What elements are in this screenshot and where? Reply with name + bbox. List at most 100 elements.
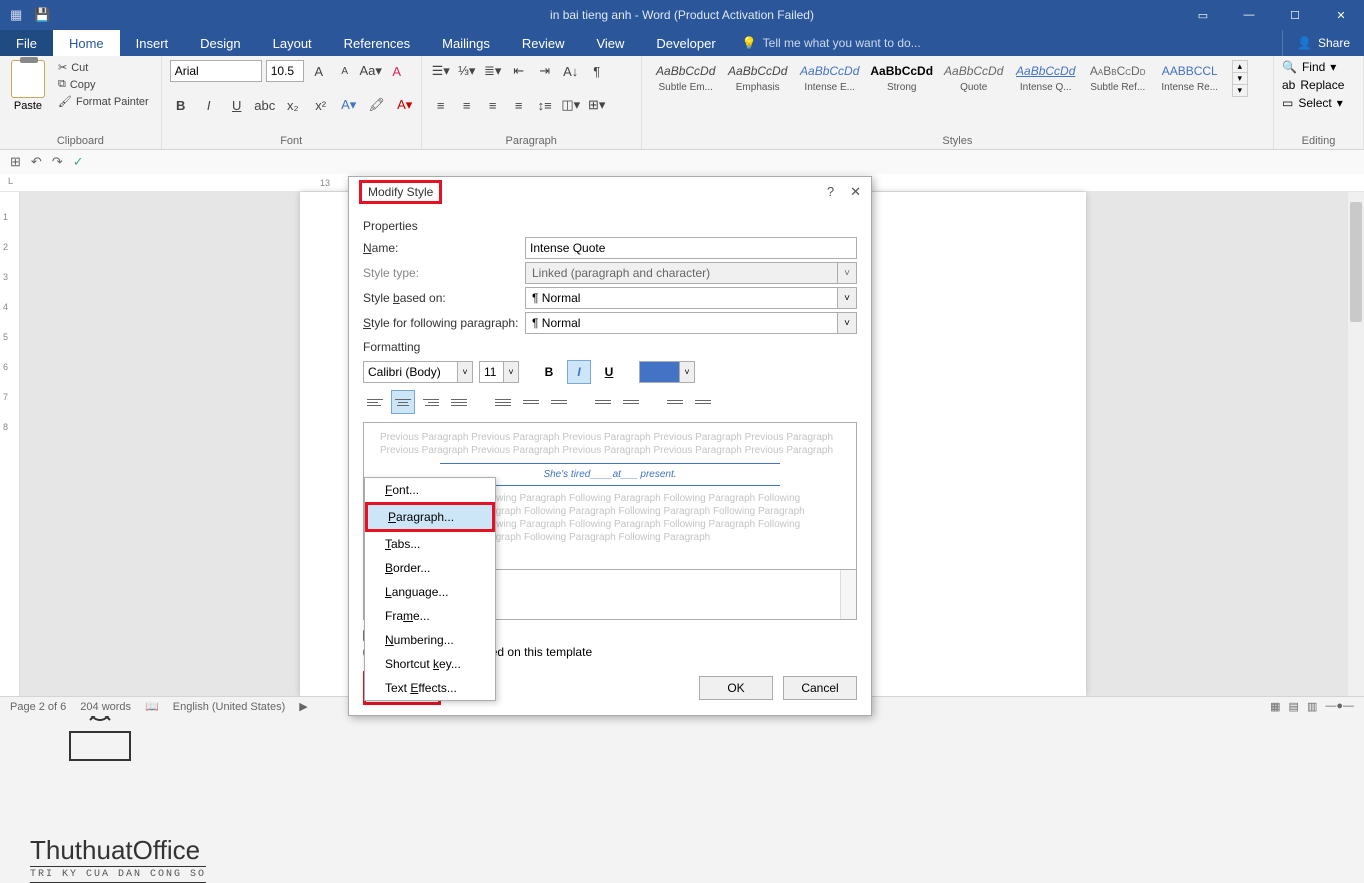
basedon-select[interactable]: ¶ Normal (525, 287, 857, 309)
desc-scrollbar[interactable] (840, 570, 856, 619)
space-before-inc-dlg[interactable] (591, 390, 615, 414)
decrease-indent-button[interactable]: ⇤ (508, 60, 530, 82)
undo-button[interactable]: ↶ (31, 154, 42, 170)
line-spacing-button[interactable]: ↕≡ (534, 94, 556, 116)
maximize-icon[interactable]: ☐ (1272, 0, 1318, 30)
menu-shortcut[interactable]: Shortcut key... (365, 652, 495, 676)
view-readmode-button[interactable]: ▦ (1270, 700, 1280, 713)
tab-layout[interactable]: Layout (257, 30, 328, 56)
format-size-combo[interactable]: 11 (479, 361, 519, 383)
align-right-button[interactable]: ≡ (482, 94, 504, 116)
superscript-button[interactable]: x² (310, 94, 332, 116)
styles-more-button[interactable]: ▾ (1233, 84, 1247, 96)
status-proofing-icon[interactable]: 📖 (145, 700, 159, 713)
minimize-icon[interactable]: — (1226, 0, 1272, 30)
indent-inc-dlg[interactable] (691, 390, 715, 414)
replace-button[interactable]: abReplace (1282, 78, 1344, 92)
tab-home[interactable]: Home (53, 30, 120, 56)
bullets-button[interactable]: ☰▾ (430, 60, 452, 82)
format-italic-button[interactable]: I (567, 360, 591, 384)
status-page[interactable]: Page 2 of 6 (10, 701, 66, 713)
show-marks-button[interactable]: ¶ (586, 60, 608, 82)
bold-button[interactable]: B (170, 94, 192, 116)
indent-dec-dlg[interactable] (663, 390, 687, 414)
status-words[interactable]: 204 words (80, 701, 131, 713)
menu-border[interactable]: Border... (365, 556, 495, 580)
zoom-slider[interactable]: ―●― (1325, 700, 1354, 713)
paste-button[interactable]: Paste (8, 60, 48, 112)
underline-button[interactable]: U (226, 94, 248, 116)
style-item[interactable]: AaBbCcDdSubtle Ref... (1082, 60, 1154, 97)
view-web-button[interactable]: ▥ (1307, 700, 1317, 713)
style-item[interactable]: AaBbCcDdQuote (938, 60, 1010, 97)
ruler-vertical[interactable]: 12345678 (0, 192, 20, 696)
style-item[interactable]: AaBbCcDdSubtle Em... (650, 60, 722, 97)
align-center-dlg[interactable] (391, 390, 415, 414)
styles-down-button[interactable]: ▾ (1233, 72, 1247, 84)
redo-button[interactable]: ↷ (52, 154, 63, 170)
multilevel-button[interactable]: ≣▾ (482, 60, 504, 82)
following-select[interactable]: ¶ Normal (525, 312, 857, 334)
spacing-double-dlg[interactable] (547, 390, 571, 414)
menu-tabs[interactable]: Tabs... (365, 532, 495, 556)
style-item[interactable]: AaBbCcDdIntense Q... (1010, 60, 1082, 97)
align-left-button[interactable]: ≡ (430, 94, 452, 116)
style-item[interactable]: AaBbCcDdStrong (866, 60, 938, 97)
nav-pane-icon[interactable]: ⊞ (10, 154, 21, 170)
close-icon[interactable]: ✕ (1318, 0, 1364, 30)
font-color-button[interactable]: A▾ (394, 94, 416, 116)
menu-font[interactable]: Font... (365, 478, 495, 502)
shading-button[interactable]: ◫▾ (560, 94, 582, 116)
tellme-search[interactable]: 💡Tell me what you want to do... (742, 30, 921, 56)
format-painter-button[interactable]: 🖌Format Painter (54, 94, 153, 109)
ok-button[interactable]: OK (699, 676, 773, 700)
menu-texteffects[interactable]: Text Effects... (365, 676, 495, 700)
status-macro-icon[interactable]: ▶ (299, 700, 307, 713)
format-bold-button[interactable]: B (537, 360, 561, 384)
copy-button[interactable]: ⧉Copy (54, 77, 153, 92)
borders-button[interactable]: ⊞▾ (586, 94, 608, 116)
tab-file[interactable]: File (0, 30, 53, 56)
font-size-combo[interactable]: 10.5 (266, 60, 304, 82)
spacing-15-dlg[interactable] (519, 390, 543, 414)
change-case-button[interactable]: Aa▾ (360, 60, 382, 82)
shrink-font-button[interactable]: A (334, 60, 356, 82)
style-item[interactable]: AaBbCcDdEmphasis (722, 60, 794, 97)
styles-up-button[interactable]: ▴ (1233, 61, 1247, 72)
style-item[interactable]: AABBCCLIntense Re... (1154, 60, 1226, 97)
align-center-button[interactable]: ≡ (456, 94, 478, 116)
find-button[interactable]: 🔍Find ▾ (1282, 60, 1344, 74)
format-underline-button[interactable]: U (597, 360, 621, 384)
numbering-button[interactable]: ⅓▾ (456, 60, 478, 82)
cancel-button[interactable]: Cancel (783, 676, 857, 700)
format-font-combo[interactable]: Calibri (Body) (363, 361, 473, 383)
clear-formatting-button[interactable]: A (386, 60, 408, 82)
spelling-icon[interactable]: ✓ (73, 154, 84, 170)
dialog-help-button[interactable]: ? (827, 184, 834, 200)
save-icon[interactable]: 💾 (34, 7, 50, 23)
tab-mailings[interactable]: Mailings (426, 30, 506, 56)
style-item[interactable]: AaBbCcDdIntense E... (794, 60, 866, 97)
name-input[interactable]: Intense Quote (525, 237, 857, 259)
menu-language[interactable]: Language... (365, 580, 495, 604)
justify-dlg[interactable] (447, 390, 471, 414)
menu-numbering[interactable]: Numbering... (365, 628, 495, 652)
status-language[interactable]: English (United States) (173, 701, 286, 713)
tab-references[interactable]: References (328, 30, 426, 56)
select-button[interactable]: ▭Select ▾ (1282, 96, 1344, 110)
space-before-dec-dlg[interactable] (619, 390, 643, 414)
font-name-combo[interactable]: Arial (170, 60, 262, 82)
sort-button[interactable]: A↓ (560, 60, 582, 82)
menu-paragraph[interactable]: Paragraph... (365, 502, 495, 532)
justify-button[interactable]: ≡ (508, 94, 530, 116)
dialog-titlebar[interactable]: Modify Style ? ✕ (349, 177, 871, 207)
tab-design[interactable]: Design (184, 30, 256, 56)
menu-frame[interactable]: Frame... (365, 604, 495, 628)
tab-review[interactable]: Review (506, 30, 581, 56)
strikethrough-button[interactable]: abc (254, 94, 276, 116)
grow-font-button[interactable]: A (308, 60, 330, 82)
align-right-dlg[interactable] (419, 390, 443, 414)
italic-button[interactable]: I (198, 94, 220, 116)
tab-view[interactable]: View (580, 30, 640, 56)
ribbon-options-icon[interactable]: ▭ (1180, 0, 1226, 30)
